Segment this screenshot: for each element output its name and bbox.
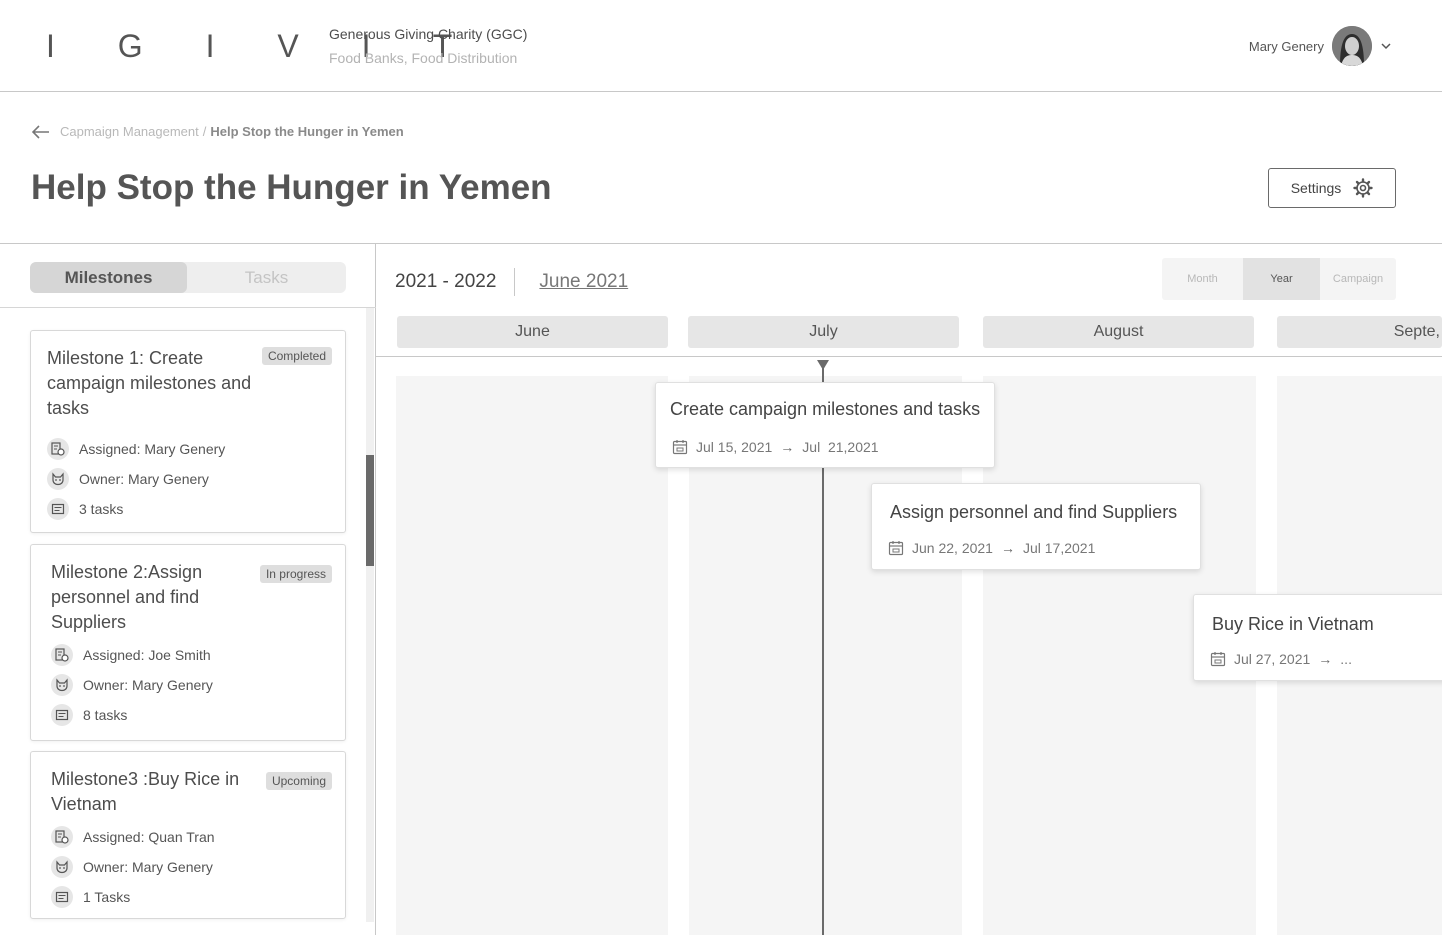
breadcrumb-parent[interactable]: Capmaign Management: [60, 124, 199, 139]
organization-name: Generous Giving Charity (GGC): [329, 26, 528, 42]
assigned-icon: [51, 826, 73, 848]
app-header: I G I V I T Generous Giving Charity (GGC…: [0, 0, 1442, 92]
arrow-right-icon: →: [780, 439, 795, 455]
page-title: Help Stop the Hunger in Yemen: [31, 168, 552, 207]
milestone-assigned: Assigned: Quan Tran: [51, 826, 215, 848]
calendar-icon: [672, 440, 688, 455]
month-column: [396, 376, 668, 935]
arrow-right-icon: →: [1000, 540, 1015, 556]
current-month-link[interactable]: June 2021: [539, 271, 628, 293]
header-divider: [514, 268, 516, 296]
assigned-text: Assigned: Quan Tran: [83, 829, 215, 845]
tasks-icon: [47, 498, 69, 520]
tasks-count: 1 Tasks: [83, 889, 131, 905]
assigned-icon: [51, 644, 73, 666]
milestone-title: Milestone3 :Buy Rice in Vietnam: [51, 769, 240, 814]
milestone-assigned: Assigned: Joe Smith: [51, 644, 211, 666]
milestone-owner: Owner: Mary Genery: [51, 674, 213, 696]
assigned-text: Assigned: Mary Genery: [79, 441, 226, 457]
avatar[interactable]: [1332, 26, 1372, 66]
chevron-down-icon[interactable]: [1380, 40, 1392, 52]
status-badge: Completed: [261, 347, 332, 365]
milestone-tasks: 8 tasks: [51, 704, 127, 726]
event-dates: Jul 27, 2021 → ...: [1210, 651, 1352, 667]
user-name: Mary Genery: [1248, 38, 1324, 54]
view-month-button[interactable]: Month: [1162, 258, 1243, 300]
event-end-date: ...: [1340, 651, 1352, 667]
panel-tabs: Milestones Tasks: [30, 262, 346, 293]
owner-text: Owner: Mary Genery: [83, 859, 213, 875]
owner-icon: [47, 468, 69, 490]
event-end-date: Jul 21,2021: [802, 439, 879, 455]
user-menu[interactable]: Mary Genery: [1249, 26, 1392, 66]
milestone-card[interactable]: Milestone 1: Create campaign milestones …: [30, 330, 346, 533]
event-title: Assign personnel and find Suppliers: [890, 502, 1178, 522]
breadcrumb-separator: /: [202, 124, 207, 139]
settings-button[interactable]: Settings: [1268, 168, 1396, 208]
organization-category: Food Banks, Food Distribution: [329, 50, 518, 66]
tab-tasks[interactable]: Tasks: [188, 262, 345, 293]
milestone-title: Milestone 1: Create campaign milestones …: [47, 348, 252, 418]
arrow-right-icon: →: [1318, 651, 1333, 667]
tasks-icon: [51, 704, 73, 726]
milestone-tasks: 3 tasks: [47, 498, 123, 520]
organization-info: Generous Giving Charity (GGC) Food Banks…: [329, 26, 527, 66]
event-start-date: Jun 22, 2021: [912, 540, 993, 556]
month-header: August: [983, 316, 1254, 348]
milestone-card[interactable]: Milestone 2:Assign personnel and find Su…: [30, 544, 346, 741]
gear-icon: [1353, 178, 1373, 198]
timeline-header: 2021 - 2022 June 2021: [395, 268, 628, 296]
status-badge: In progress: [259, 565, 332, 583]
timeline-event[interactable]: Assign personnel and find Suppliers Jun …: [871, 483, 1201, 570]
timeline-event[interactable]: Create campaign milestones and tasks Jul…: [655, 382, 995, 468]
event-title: Create campaign milestones and tasks: [670, 399, 981, 419]
month-header: June: [397, 316, 668, 348]
milestone-owner: Owner: Mary Genery: [47, 468, 209, 490]
panel-divider: [0, 307, 376, 308]
tasks-count: 3 tasks: [79, 501, 124, 517]
milestones-panel: Milestones Tasks Milestone 1: Create cam…: [0, 244, 376, 935]
tasks-count: 8 tasks: [83, 707, 128, 723]
event-start-date: Jul 27, 2021: [1234, 651, 1311, 667]
milestone-assigned: Assigned: Mary Genery: [47, 438, 225, 460]
scrollbar-thumb[interactable]: [366, 455, 374, 566]
breadcrumb-current: Help Stop the Hunger in Yemen: [210, 124, 404, 139]
today-marker[interactable]: [817, 360, 829, 370]
event-dates: Jul 15, 2021 → Jul 21,2021: [672, 439, 879, 455]
settings-button-label: Settings: [1290, 180, 1342, 196]
timeline-divider: [376, 356, 1442, 357]
view-toggle: Month Year Campaign: [1162, 258, 1396, 300]
tasks-icon: [51, 886, 73, 908]
owner-text: Owner: Mary Genery: [83, 677, 213, 693]
assigned-icon: [47, 438, 69, 460]
milestone-tasks: 1 Tasks: [51, 886, 130, 908]
calendar-icon: [1210, 652, 1226, 667]
timeline-event[interactable]: Buy Rice in Vietnam Jul 27, 2021 → ...: [1193, 594, 1442, 681]
event-title: Buy Rice in Vietnam: [1212, 614, 1374, 634]
owner-text: Owner: Mary Genery: [79, 471, 209, 487]
milestone-card[interactable]: Milestone3 :Buy Rice in Vietnam Upcoming…: [30, 751, 346, 919]
assigned-text: Assigned: Joe Smith: [83, 647, 211, 663]
month-header: July: [688, 316, 959, 348]
tab-milestones[interactable]: Milestones: [30, 262, 187, 293]
view-year-button[interactable]: Year: [1243, 258, 1320, 300]
event-dates: Jun 22, 2021 → Jul 17,2021: [888, 540, 1095, 556]
milestone-owner: Owner: Mary Genery: [51, 856, 213, 878]
arrow-left-icon[interactable]: [32, 124, 50, 139]
milestone-title: Milestone 2:Assign personnel and find Su…: [51, 562, 203, 632]
event-end-date: Jul 17,2021: [1022, 540, 1096, 556]
year-range: 2021 - 2022: [395, 271, 497, 292]
owner-icon: [51, 856, 73, 878]
calendar-icon: [888, 541, 904, 556]
status-badge: Upcoming: [265, 772, 332, 790]
event-start-date: Jul 15, 2021: [696, 439, 773, 455]
scrollbar-track[interactable]: [366, 308, 374, 922]
view-campaign-button[interactable]: Campaign: [1320, 258, 1396, 300]
month-header: Septe,: [1277, 316, 1442, 348]
owner-icon: [51, 674, 73, 696]
breadcrumb: Capmaign Management / Help Stop the Hung…: [32, 124, 404, 139]
